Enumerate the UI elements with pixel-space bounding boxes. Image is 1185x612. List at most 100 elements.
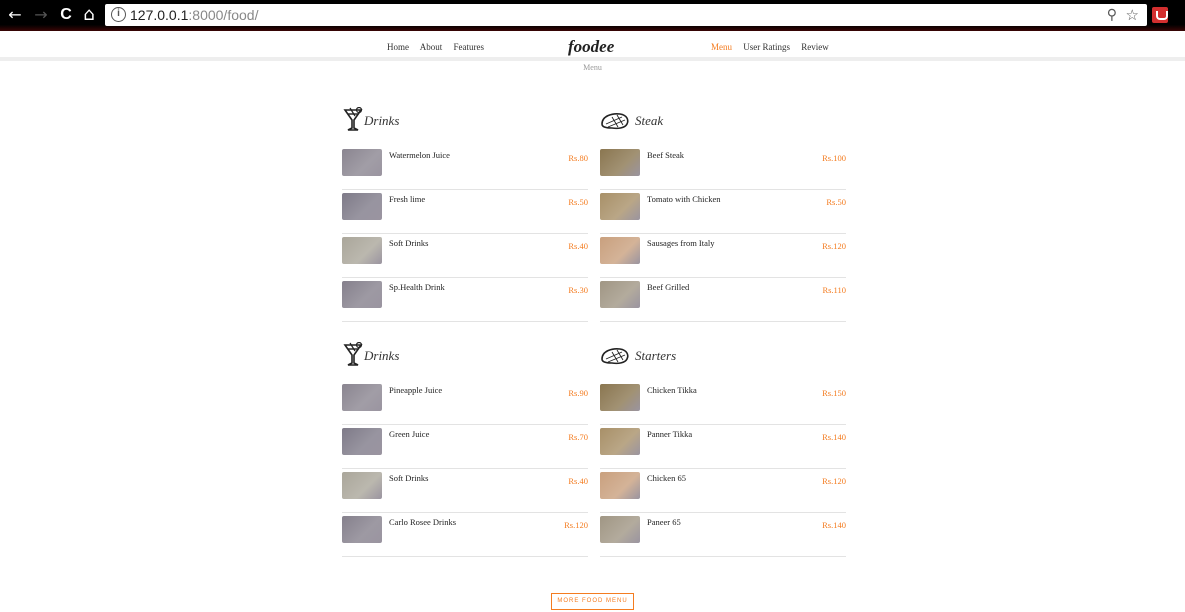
menu-item[interactable]: Watermelon Juice Rs.80 [342, 146, 588, 190]
menu-section: Starters Chicken Tikka Rs.150 Panner Tikka R… [600, 339, 846, 574]
menu-item-name: Beef Steak [647, 150, 685, 160]
section-title: Steak [600, 104, 846, 134]
menu-item-price: Rs.50 [568, 197, 588, 207]
menu-item-name: Watermelon Juice [389, 150, 450, 160]
menu-item-price: Rs.110 [822, 285, 846, 295]
back-arrow-icon[interactable]: ← [6, 6, 24, 24]
nav-user-ratings[interactable]: User Ratings [743, 42, 790, 52]
menu-item-price: Rs.80 [568, 153, 588, 163]
menu-item-price: Rs.140 [822, 520, 846, 530]
food-thumbnail [600, 149, 640, 176]
section-title: Drinks [342, 339, 588, 369]
food-thumbnail [342, 384, 382, 411]
menu-item[interactable]: Panner Tikka Rs.140 [600, 425, 846, 469]
url-text[interactable]: 127.0.0.1:8000/food/ [130, 4, 258, 26]
menu-item-name: Fresh lime [389, 194, 426, 204]
menu-column-right: Steak Beef Steak Rs.100 Tomato with Chicken… [600, 104, 846, 574]
menu-item-price: Rs.30 [568, 285, 588, 295]
menu-item-name: Chicken Tikka [647, 385, 697, 395]
food-thumbnail [600, 281, 640, 308]
nav-home[interactable]: Home [387, 42, 409, 52]
forward-arrow-icon[interactable]: → [32, 6, 50, 24]
menu-item[interactable]: Sp.Health Drink Rs.30 [342, 278, 588, 322]
section-title: Drinks [342, 104, 588, 134]
menu-item[interactable]: Soft Drinks Rs.40 [342, 234, 588, 278]
food-thumbnail [600, 516, 640, 543]
section-title-text: Starters [635, 348, 677, 363]
url-path: :8000/food/ [188, 7, 259, 23]
nav-review[interactable]: Review [801, 42, 829, 52]
menu-item[interactable]: Green Juice Rs.70 [342, 425, 588, 469]
menu-item-name: Sausages from Italy [647, 238, 715, 248]
menu-item[interactable]: Beef Steak Rs.100 [600, 146, 846, 190]
menu-section: Drinks Pineapple Juice Rs.90 Green Juice Rs.… [342, 339, 588, 574]
menu-item-price: Rs.120 [822, 476, 846, 486]
food-thumbnail [600, 428, 640, 455]
food-thumbnail [600, 193, 640, 220]
food-thumbnail [342, 516, 382, 543]
menu-item[interactable]: Tomato with Chicken Rs.50 [600, 190, 846, 234]
menu-item[interactable]: Chicken 65 Rs.120 [600, 469, 846, 513]
url-host: 127.0.0.1 [130, 7, 189, 23]
menu-item-name: Tomato with Chicken [647, 194, 721, 204]
home-icon[interactable]: ⌂ [80, 6, 98, 24]
menu-section: Drinks Watermelon Juice Rs.80 Fresh lime Rs.… [342, 104, 588, 339]
menu-item-name: Beef Grilled [647, 282, 690, 292]
food-thumbnail [600, 384, 640, 411]
address-bar[interactable]: i 127.0.0.1:8000/food/ ⚲ ☆ [105, 4, 1147, 26]
more-food-menu-button[interactable]: MORE FOOD MENU [551, 593, 634, 610]
menu-item-price: Rs.120 [564, 520, 588, 530]
section-title: Starters [600, 339, 846, 369]
nav-menu[interactable]: Menu [711, 42, 732, 52]
menu-item-name: Pineapple Juice [389, 385, 443, 395]
nav-left: Home About Features [387, 42, 493, 52]
menu-item-price: Rs.100 [822, 153, 846, 163]
menu-item-price: Rs.40 [568, 476, 588, 486]
pocket-extension-icon[interactable] [1152, 7, 1168, 23]
zoom-icon[interactable]: ⚲ [1107, 4, 1117, 26]
menu-item-price: Rs.120 [822, 241, 846, 251]
info-icon[interactable]: i [111, 7, 126, 22]
section-title-text: Drinks [364, 348, 400, 363]
menu-column-left: Drinks Watermelon Juice Rs.80 Fresh lime Rs.… [342, 104, 588, 574]
food-thumbnail [342, 237, 382, 264]
page-subtitle: Menu [583, 63, 602, 72]
menu-item-name: Soft Drinks [389, 238, 429, 248]
menu-item-name: Paneer 65 [647, 517, 681, 527]
menu-item-price: Rs.150 [822, 388, 846, 398]
cocktail-icon [342, 341, 364, 366]
section-title-text: Drinks [364, 113, 400, 128]
menu-item-name: Soft Drinks [389, 473, 429, 483]
reload-icon[interactable]: C [57, 6, 75, 24]
menu-section: Steak Beef Steak Rs.100 Tomato with Chicken… [600, 104, 846, 339]
menu-item[interactable]: Sausages from Italy Rs.120 [600, 234, 846, 278]
menu-item-price: Rs.70 [568, 432, 588, 442]
menu-item-name: Panner Tikka [647, 429, 693, 439]
menu-item[interactable]: Soft Drinks Rs.40 [342, 469, 588, 513]
steak-icon [600, 112, 630, 136]
steak-icon [600, 347, 630, 371]
menu-item-name: Carlo Rosee Drinks [389, 517, 457, 527]
food-thumbnail [342, 149, 382, 176]
bookmark-star-icon[interactable]: ☆ [1126, 4, 1139, 26]
food-thumbnail [600, 472, 640, 499]
menu-item[interactable]: Pineapple Juice Rs.90 [342, 381, 588, 425]
food-thumbnail [342, 472, 382, 499]
menu-item[interactable]: Chicken Tikka Rs.150 [600, 381, 846, 425]
section-title-text: Steak [635, 113, 664, 128]
menu-item-name: Chicken 65 [647, 473, 686, 483]
nav-features[interactable]: Features [454, 42, 485, 52]
menu-item-name: Sp.Health Drink [389, 282, 445, 292]
nav-about[interactable]: About [420, 42, 443, 52]
site-header: Home About Features foodee Menu User Rat… [0, 31, 1185, 61]
food-thumbnail [342, 428, 382, 455]
menu-item-name: Green Juice [389, 429, 430, 439]
menu-item[interactable]: Beef Grilled Rs.110 [600, 278, 846, 322]
menu-item[interactable]: Paneer 65 Rs.140 [600, 513, 846, 557]
site-logo[interactable]: foodee [568, 37, 614, 57]
browser-toolbar: ← → C ⌂ i 127.0.0.1:8000/food/ ⚲ ☆ [0, 0, 1185, 31]
food-thumbnail [600, 237, 640, 264]
menu-item[interactable]: Fresh lime Rs.50 [342, 190, 588, 234]
menu-item[interactable]: Carlo Rosee Drinks Rs.120 [342, 513, 588, 557]
nav-right: Menu User Ratings Review [711, 42, 838, 52]
